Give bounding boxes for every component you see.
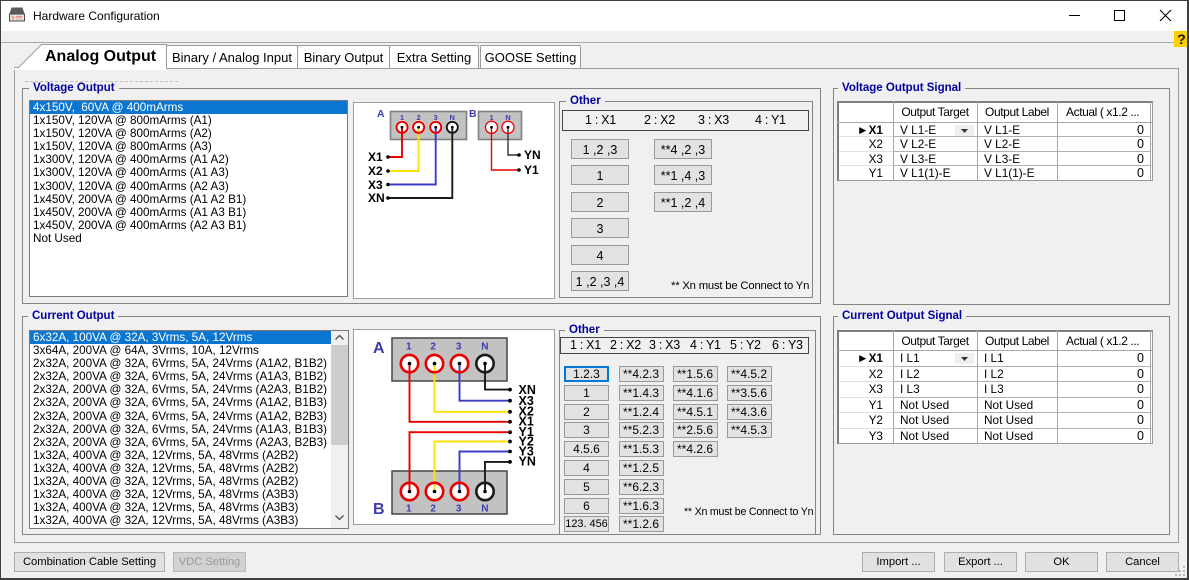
- svg-text:2: 2: [430, 504, 436, 515]
- svg-text:2: 2: [430, 342, 436, 353]
- svg-text:Y1: Y1: [524, 163, 539, 177]
- svg-text:A: A: [373, 340, 385, 357]
- svg-text:XN: XN: [368, 191, 385, 205]
- svg-text:YN: YN: [519, 455, 536, 469]
- svg-text:1: 1: [406, 342, 412, 353]
- svg-text:1: 1: [406, 504, 412, 515]
- svg-text:3: 3: [456, 504, 462, 515]
- svg-text:X2: X2: [368, 164, 383, 178]
- svg-text:YN: YN: [524, 148, 541, 162]
- svg-text:N: N: [481, 504, 488, 515]
- svg-text:N: N: [481, 342, 488, 353]
- svg-text:B: B: [373, 501, 385, 518]
- svg-text:3: 3: [456, 342, 462, 353]
- svg-text:B: B: [469, 108, 477, 120]
- svg-text:X1: X1: [368, 150, 383, 164]
- svg-text:X3: X3: [368, 178, 383, 192]
- svg-text:A: A: [377, 108, 385, 120]
